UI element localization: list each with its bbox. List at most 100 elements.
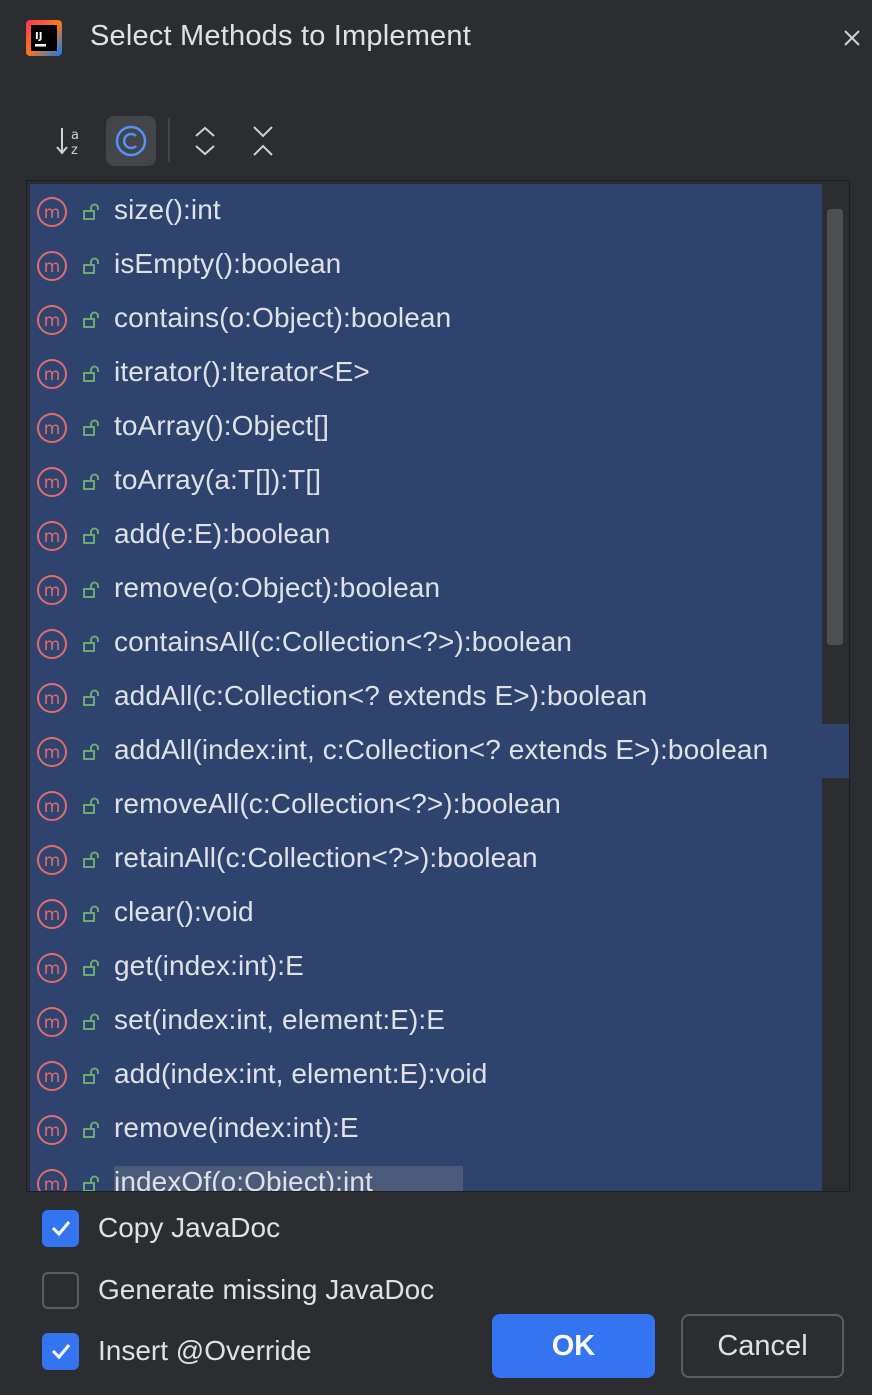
public-unlock-icon bbox=[83, 257, 99, 274]
method-row[interactable]: m indexOf(o:Object):int bbox=[30, 1156, 822, 1192]
collapse-all-icon bbox=[253, 126, 273, 156]
class-c-icon bbox=[115, 125, 147, 157]
method-icon: m bbox=[37, 575, 67, 605]
method-icon: m bbox=[37, 1007, 67, 1037]
method-icon: m bbox=[37, 1115, 67, 1145]
svg-text:m: m bbox=[44, 581, 61, 601]
method-icon: m bbox=[37, 413, 67, 443]
method-row[interactable]: m add(index:int, element:E):void bbox=[30, 1048, 822, 1102]
svg-text:m: m bbox=[44, 1175, 61, 1192]
public-unlock-icon bbox=[83, 311, 99, 328]
public-unlock-icon bbox=[83, 581, 99, 598]
method-signature: contains(o:Object):boolean bbox=[114, 302, 452, 333]
public-unlock-icon bbox=[83, 635, 99, 652]
method-icon: m bbox=[37, 1061, 67, 1091]
method-icon: m bbox=[37, 197, 67, 227]
method-signature: containsAll(c:Collection<?>):boolean bbox=[114, 626, 573, 657]
method-row[interactable]: m retainAll(c:Collection<?>):boolean bbox=[30, 832, 822, 886]
method-icon: m bbox=[37, 845, 67, 875]
sort-alphabetically-button[interactable]: a z bbox=[46, 116, 96, 166]
cancel-button[interactable]: Cancel bbox=[681, 1314, 844, 1378]
toolbar: a z bbox=[44, 112, 444, 168]
svg-text:m: m bbox=[44, 203, 61, 223]
insert-override-option[interactable]: Insert @Override bbox=[42, 1331, 312, 1371]
title-bar: IJ Select Methods to Implement bbox=[0, 0, 872, 80]
ok-button[interactable]: OK bbox=[492, 1314, 655, 1378]
method-icon: m bbox=[37, 953, 67, 983]
checkmark-icon bbox=[51, 1344, 70, 1360]
svg-text:m: m bbox=[44, 365, 61, 385]
public-unlock-icon bbox=[83, 473, 99, 490]
method-list[interactable]: m size():int m isEmpty():boolean m contains(o… bbox=[26, 180, 850, 1192]
method-signature: clear():void bbox=[114, 896, 254, 927]
method-signature: size():int bbox=[114, 194, 221, 225]
public-unlock-icon bbox=[83, 1067, 99, 1084]
svg-text:m: m bbox=[44, 743, 61, 763]
svg-text:m: m bbox=[44, 959, 61, 979]
svg-text:m: m bbox=[44, 905, 61, 925]
method-icon: m bbox=[37, 737, 67, 767]
svg-text:m: m bbox=[44, 419, 61, 439]
method-row[interactable]: m removeAll(c:Collection<?>):boolean bbox=[30, 778, 822, 832]
svg-text:m: m bbox=[44, 257, 61, 277]
method-row[interactable]: m addAll(index:int, c:Collection<? extend… bbox=[30, 724, 849, 778]
svg-text:m: m bbox=[44, 635, 61, 655]
svg-text:m: m bbox=[44, 1067, 61, 1087]
intellij-idea-logo-icon: IJ bbox=[26, 20, 62, 56]
generate-missing-javadoc-label: Generate missing JavaDoc bbox=[98, 1274, 435, 1305]
method-icon: m bbox=[37, 1169, 67, 1192]
svg-text:m: m bbox=[44, 1121, 61, 1141]
public-unlock-icon bbox=[83, 419, 99, 436]
public-unlock-icon bbox=[83, 797, 99, 814]
method-signature: remove(o:Object):boolean bbox=[114, 572, 441, 603]
method-row[interactable]: m remove(o:Object):boolean bbox=[30, 562, 822, 616]
svg-text:m: m bbox=[44, 1013, 61, 1033]
expand-all-icon bbox=[195, 126, 215, 156]
sort-az-icon: a z bbox=[56, 128, 79, 158]
method-row[interactable]: m addAll(c:Collection<? extends E>):boole… bbox=[30, 670, 822, 724]
copy-javadoc-label: Copy JavaDoc bbox=[98, 1212, 281, 1243]
generate-missing-javadoc-option[interactable]: Generate missing JavaDoc bbox=[42, 1270, 434, 1310]
method-signature: isEmpty():boolean bbox=[114, 248, 342, 279]
close-icon[interactable] bbox=[838, 24, 866, 52]
method-signature: add(index:int, element:E):void bbox=[114, 1058, 488, 1089]
method-signature: set(index:int, element:E):E bbox=[114, 1004, 446, 1035]
method-row[interactable]: m set(index:int, element:E):E bbox=[30, 994, 822, 1048]
method-signature: retainAll(c:Collection<?>):boolean bbox=[114, 842, 538, 873]
public-unlock-icon bbox=[83, 689, 99, 706]
method-row[interactable]: m containsAll(c:Collection<?>):boolean bbox=[30, 616, 822, 670]
svg-text:m: m bbox=[44, 851, 61, 871]
method-row[interactable]: m remove(index:int):E bbox=[30, 1102, 822, 1156]
method-row[interactable]: m toArray(a:T[]):T[] bbox=[30, 454, 822, 508]
method-icon: m bbox=[37, 305, 67, 335]
method-row[interactable]: m contains(o:Object):boolean bbox=[30, 292, 822, 346]
collapse-all-button[interactable] bbox=[238, 116, 288, 166]
method-icon: m bbox=[37, 251, 67, 281]
method-row[interactable]: m get(index:int):E bbox=[30, 940, 822, 994]
public-unlock-icon bbox=[83, 1175, 99, 1191]
method-icon: m bbox=[37, 359, 67, 389]
method-row[interactable]: m isEmpty():boolean bbox=[30, 238, 822, 292]
method-icon: m bbox=[37, 467, 67, 497]
public-unlock-icon bbox=[83, 959, 99, 976]
show-classes-button[interactable] bbox=[106, 116, 156, 166]
svg-text:m: m bbox=[44, 689, 61, 709]
expand-all-button[interactable] bbox=[180, 116, 230, 166]
insert-override-checkbox[interactable] bbox=[42, 1332, 79, 1370]
svg-text:IJ: IJ bbox=[35, 31, 42, 42]
public-unlock-icon bbox=[83, 743, 99, 760]
method-signature: indexOf(o:Object):int bbox=[114, 1166, 463, 1191]
method-signature: addAll(c:Collection<? extends E>):boolea… bbox=[114, 680, 648, 711]
method-signature: iterator():Iterator<E> bbox=[114, 356, 370, 387]
svg-text:m: m bbox=[44, 311, 61, 331]
copy-javadoc-option[interactable]: Copy JavaDoc bbox=[42, 1208, 280, 1248]
method-signature: removeAll(c:Collection<?>):boolean bbox=[114, 788, 561, 819]
method-row[interactable]: m add(e:E):boolean bbox=[30, 508, 822, 562]
copy-javadoc-checkbox[interactable] bbox=[42, 1209, 79, 1247]
method-row[interactable]: m iterator():Iterator<E> bbox=[30, 346, 822, 400]
generate-missing-javadoc-checkbox[interactable] bbox=[42, 1271, 79, 1309]
method-row[interactable]: m toArray():Object[] bbox=[30, 400, 822, 454]
method-row[interactable]: m size():int bbox=[30, 184, 822, 238]
scrollbar-thumb[interactable] bbox=[827, 209, 843, 645]
method-row[interactable]: m clear():void bbox=[30, 886, 822, 940]
